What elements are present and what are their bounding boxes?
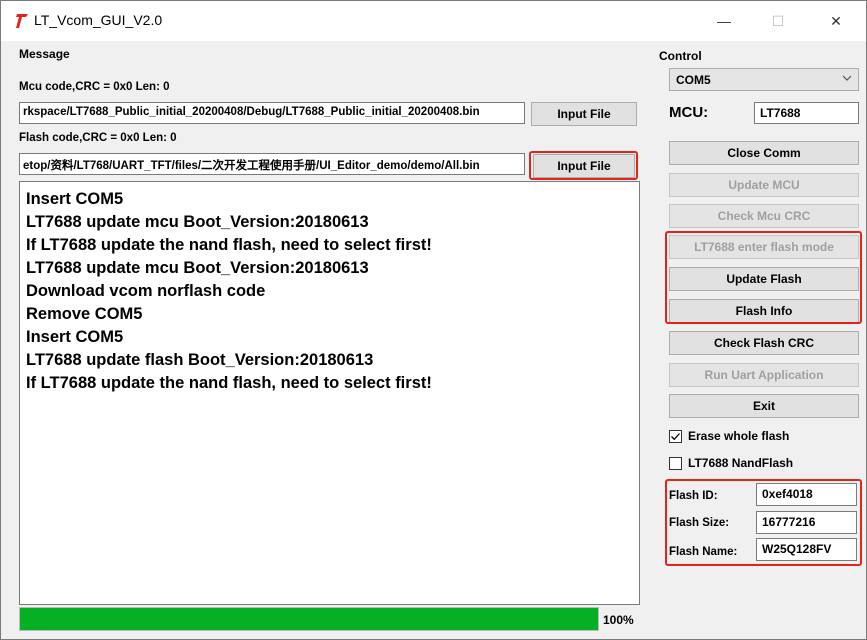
exit-button[interactable]: Exit — [669, 394, 859, 418]
flash-name-field[interactable]: W25Q128FV — [756, 538, 857, 561]
flash-size-label: Flash Size: — [669, 517, 730, 529]
enter-flash-mode-button[interactable]: LT7688 enter flash mode — [669, 235, 859, 259]
checkmark-icon — [671, 432, 680, 440]
log-line: LT7688 update flash Boot_Version:2018061… — [26, 351, 374, 369]
maximize-button[interactable]: ☐ — [755, 7, 801, 35]
close-window-button[interactable]: ✕ — [813, 7, 859, 35]
flash-id-label: Flash ID: — [669, 490, 718, 502]
window-title: LT_Vcom_GUI_V2.0 — [34, 12, 163, 28]
flash-file-path-field[interactable]: etop/资料/LT768/UART_TFT/files/二次开发工程使用手册/… — [19, 153, 525, 175]
message-group-label: Message — [19, 47, 70, 61]
log-line: Remove COM5 — [26, 305, 143, 323]
log-line: Insert COM5 — [26, 190, 124, 208]
log-line: LT7688 update mcu Boot_Version:20180613 — [26, 213, 369, 231]
log-line: Download vcom norflash code — [26, 282, 266, 300]
chevron-down-icon — [842, 72, 852, 82]
title-bar[interactable]: LT_Vcom_GUI_V2.0 — ☐ ✕ — [1, 1, 866, 41]
checkbox-box[interactable] — [669, 429, 682, 443]
flash-code-label: Flash code,CRC = 0x0 Len: 0 — [19, 132, 177, 144]
close-comm-button[interactable]: Close Comm — [669, 141, 859, 165]
mcu-label: MCU: — [669, 104, 709, 121]
minimize-button[interactable]: — — [701, 7, 747, 35]
message-log[interactable]: Insert COM5 LT7688 update mcu Boot_Versi… — [19, 181, 640, 605]
log-line: If LT7688 update the nand flash, need to… — [26, 236, 432, 254]
flash-input-file-button[interactable]: Input File — [533, 154, 635, 178]
flash-name-label: Flash Name: — [669, 546, 738, 558]
mcu-code-label: Mcu code,CRC = 0x0 Len: 0 — [19, 81, 170, 93]
nand-flash-checkbox[interactable]: LT7688 NandFlash — [669, 454, 793, 472]
mcu-input-file-button[interactable]: Input File — [531, 102, 637, 126]
control-group-label: Control — [659, 49, 702, 63]
nand-flash-label: LT7688 NandFlash — [688, 456, 794, 470]
update-flash-button[interactable]: Update Flash — [669, 267, 859, 291]
progress-fill — [20, 608, 598, 630]
progress-text: 100% — [603, 613, 634, 627]
check-mcu-crc-button[interactable]: Check Mcu CRC — [669, 204, 859, 228]
lt-logo-icon — [15, 13, 29, 29]
update-mcu-button[interactable]: Update MCU — [669, 173, 859, 197]
app-window: LT_Vcom_GUI_V2.0 — ☐ ✕ Message Mcu code,… — [0, 0, 867, 640]
run-uart-application-button[interactable]: Run Uart Application — [669, 363, 859, 387]
checkbox-box[interactable] — [669, 456, 682, 470]
log-line: If LT7688 update the nand flash, need to… — [26, 374, 432, 392]
progress-bar — [19, 607, 599, 631]
check-flash-crc-button[interactable]: Check Flash CRC — [669, 331, 859, 355]
log-line: LT7688 update mcu Boot_Version:20180613 — [26, 259, 369, 277]
erase-whole-flash-checkbox[interactable]: Erase whole flash — [669, 427, 789, 445]
mcu-file-path-field[interactable]: rkspace/LT7688_Public_initial_20200408/D… — [19, 102, 525, 124]
flash-id-field[interactable]: 0xef4018 — [756, 483, 857, 506]
flash-info-button[interactable]: Flash Info — [669, 299, 859, 323]
com-port-value: COM5 — [676, 73, 711, 87]
mcu-type-field[interactable]: LT7688 — [754, 102, 859, 124]
erase-whole-flash-label: Erase whole flash — [688, 429, 790, 443]
flash-size-field[interactable]: 16777216 — [756, 511, 857, 534]
log-line: Insert COM5 — [26, 328, 124, 346]
com-port-select[interactable]: COM5 — [669, 68, 859, 91]
